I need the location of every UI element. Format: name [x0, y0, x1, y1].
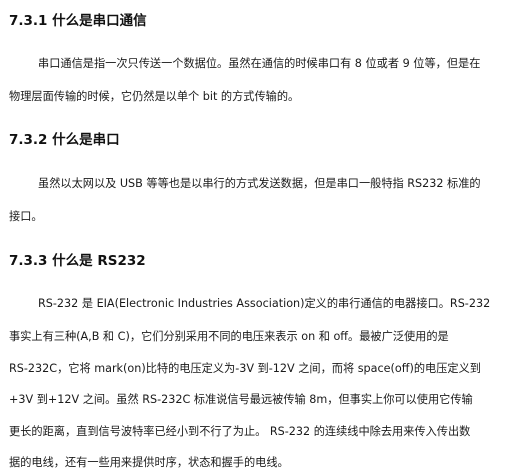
paragraph-line: 据的电线，还有一些用来提供时序，状态和握手的电线。: [9, 456, 289, 469]
document-page: 7.3.1 什么是串口通信 串口通信是指一次只传送一个数据位。虽然在通信的时候串…: [0, 0, 514, 472]
paragraph-line: 事实上有三种(A,B 和 C)，它们分别采用不同的电压来表示 on 和 off。…: [9, 330, 449, 343]
paragraph-line: 串口通信是指一次只传送一个数据位。虽然在通信的时候串口有 8 位或者 9 位等，…: [38, 57, 481, 70]
paragraph-line: 更长的距离，直到信号波特率已经小到不行了为止。 RS-232 的连续线中除去用来…: [9, 425, 471, 438]
paragraph-line: 物理层面传输的时候，它仍然是以单个 bit 的方式传输的。: [9, 90, 300, 103]
section-heading-serial-communication: 7.3.1 什么是串口通信: [9, 13, 147, 29]
section-heading-serial-port: 7.3.2 什么是串口: [9, 132, 120, 148]
paragraph-line: 接口。: [9, 210, 43, 223]
paragraph-line: RS-232C，它将 mark(on)比特的电压定义为-3V 到-12V 之间，…: [9, 362, 481, 375]
section-heading-rs232: 7.3.3 什么是 RS232: [9, 253, 146, 269]
paragraph-line: RS-232 是 EIA(Electronic Industries Assoc…: [38, 297, 491, 310]
paragraph-line: 虽然以太网以及 USB 等等也是以串行的方式发送数据，但是串口一般特指 RS23…: [38, 177, 481, 190]
paragraph-line: +3V 到+12V 之间。虽然 RS-232C 标准说信号最远被传输 8m，但事…: [9, 393, 473, 406]
